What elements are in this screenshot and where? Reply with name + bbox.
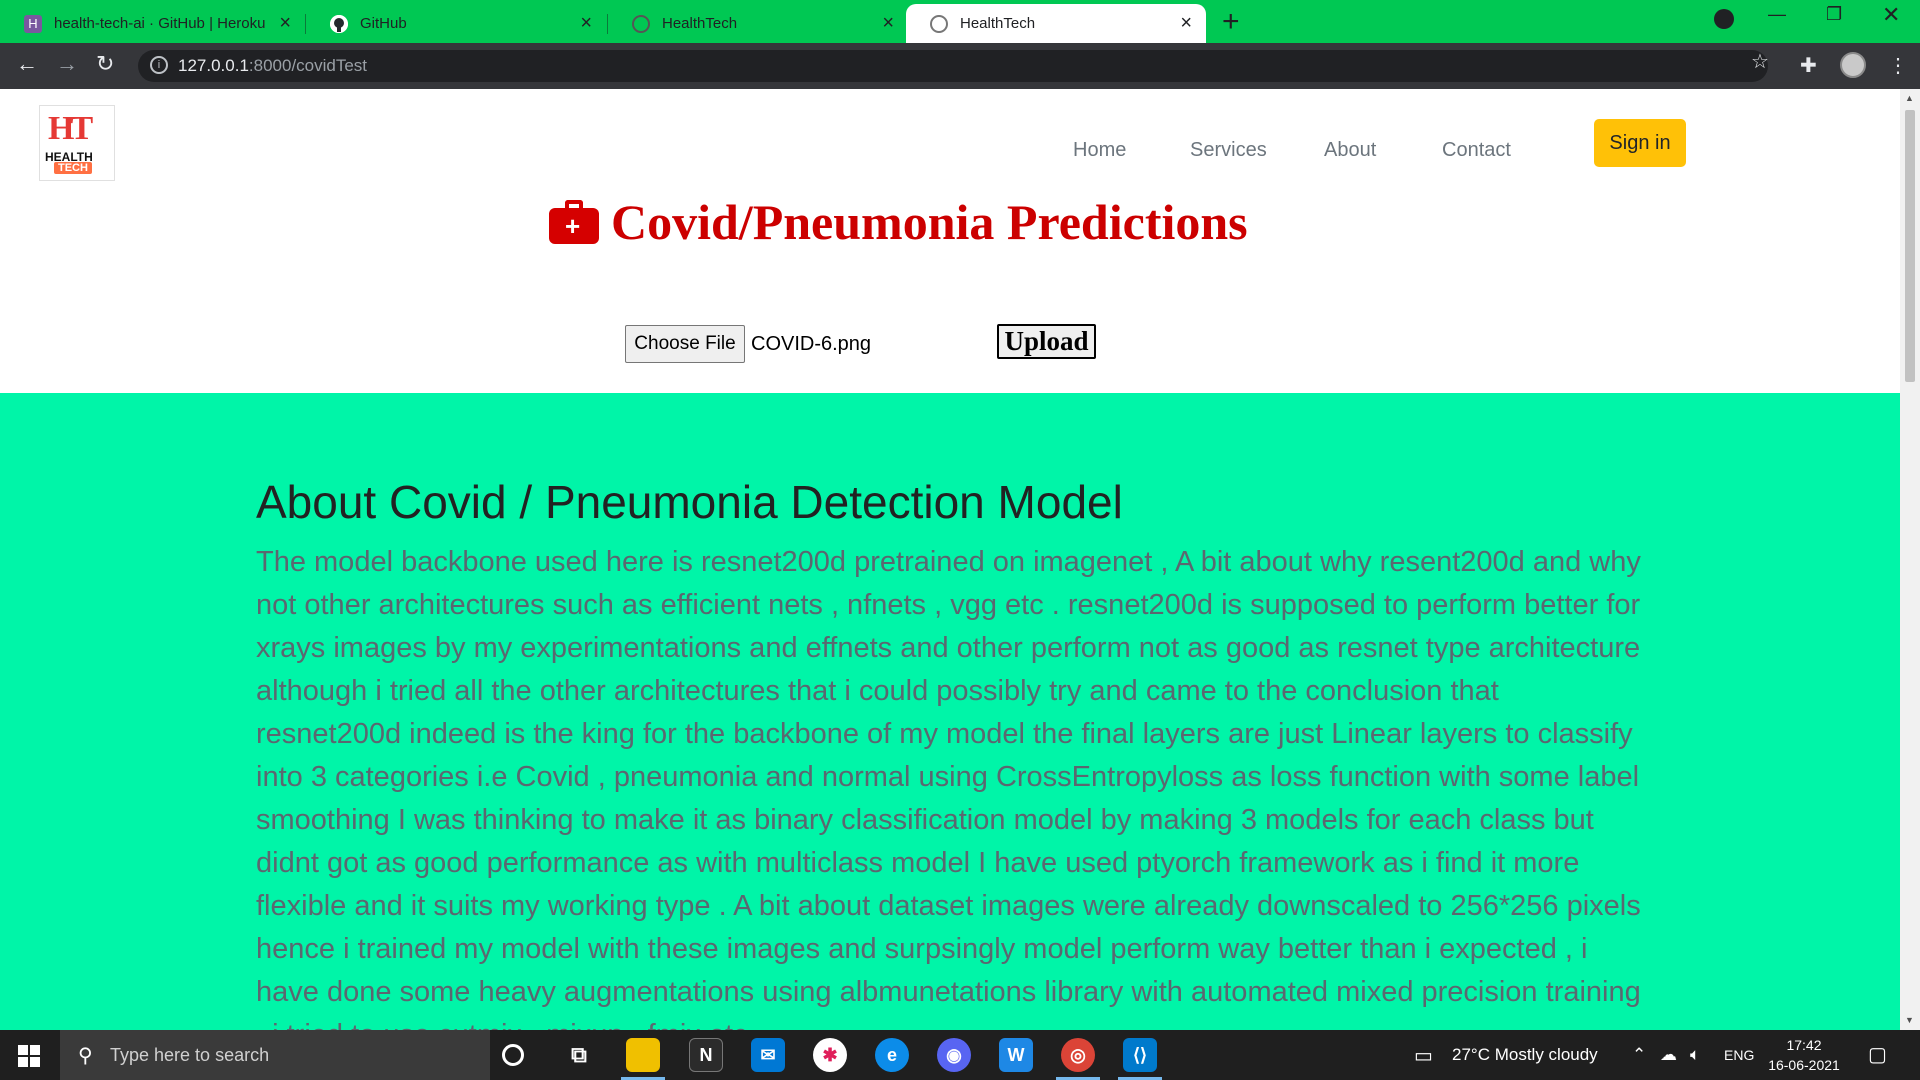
close-icon[interactable]: × (279, 12, 291, 35)
onedrive-icon[interactable]: ☁ (1660, 1045, 1677, 1065)
system-clock[interactable]: 17:42 16-06-2021 (1766, 1035, 1842, 1075)
about-section: About Covid / Pneumonia Detection Model … (0, 393, 1900, 1030)
choose-file-button[interactable]: Choose File (625, 325, 745, 363)
bookmark-star-icon[interactable]: ☆ (1751, 49, 1769, 74)
url-host: 127.0.0.1 (178, 56, 249, 75)
file-explorer-icon[interactable] (626, 1038, 660, 1072)
taskbar-search-box[interactable]: ⚲ Type here to search (60, 1030, 490, 1080)
writer-icon[interactable]: W (999, 1038, 1033, 1072)
forward-icon[interactable]: → (56, 51, 78, 77)
page-title: Covid/Pneumonia Predictions (611, 194, 1248, 250)
selected-file-name: COVID-6.png (751, 332, 872, 355)
nav-home[interactable]: Home (1073, 139, 1126, 162)
search-icon: ⚲ (78, 1045, 93, 1067)
tab-search-icon[interactable] (1714, 9, 1734, 29)
cortana-icon[interactable] (502, 1044, 524, 1066)
first-aid-kit-icon: + (549, 200, 599, 244)
notion-icon[interactable]: N (689, 1038, 723, 1072)
tab-title: HealthTech (662, 15, 738, 32)
tab-title: HealthTech (960, 15, 1036, 32)
sign-in-button[interactable]: Sign in (1594, 119, 1686, 167)
menu-icon[interactable]: ⋮ (1888, 53, 1908, 78)
vscode-icon[interactable]: ⟨⟩ (1123, 1038, 1157, 1072)
close-icon[interactable]: × (580, 12, 592, 35)
globe-icon (632, 14, 650, 33)
weather-icon[interactable]: ▭ (1414, 1043, 1433, 1068)
logo-mark: HT (48, 110, 93, 147)
scroll-thumb[interactable] (1905, 110, 1915, 382)
scroll-down-arrow[interactable]: ▼ (1905, 1015, 1914, 1025)
windows-start-icon[interactable] (18, 1045, 40, 1067)
upload-button[interactable]: Upload (997, 324, 1096, 359)
tray-chevron-icon[interactable]: ⌃ (1632, 1045, 1646, 1065)
about-body: The model backbone used here is resnet20… (256, 546, 1641, 1030)
windows-taskbar: ⚲ Type here to search ⧉ N ✉ ✱ e ◉ W ◎ ⟨⟩… (0, 1030, 1920, 1080)
mail-icon[interactable]: ✉ (751, 1038, 785, 1072)
tab-healthtech[interactable]: HealthTech × (608, 4, 908, 43)
clock-time: 17:42 (1786, 1037, 1822, 1053)
info-icon[interactable]: i (150, 56, 168, 74)
tab-healthtech-active[interactable]: HealthTech × (906, 4, 1206, 43)
file-input: Choose File COVID-6.png (625, 325, 871, 363)
address-bar[interactable]: i 127.0.0.1 :8000/covidTest (138, 50, 1768, 82)
minimize-button[interactable]: — (1768, 4, 1786, 25)
logo-text: TECH (54, 162, 92, 174)
page-scrollbar[interactable]: ▲ ▼ (1900, 89, 1920, 1030)
slack-icon[interactable]: ✱ (813, 1038, 847, 1072)
weather-text[interactable]: 27°C Mostly cloudy (1452, 1045, 1598, 1065)
search-placeholder: Type here to search (110, 1044, 270, 1065)
close-icon[interactable]: × (1180, 12, 1192, 35)
clock-date: 16-06-2021 (1768, 1057, 1840, 1073)
new-tab-button[interactable]: + (1222, 5, 1240, 39)
volume-icon[interactable]: 🔈︎ (1690, 1045, 1700, 1065)
nav-services[interactable]: Services (1190, 139, 1267, 162)
edge-icon[interactable]: e (875, 1038, 909, 1072)
tab-title: health-tech-ai · GitHub | Heroku (54, 15, 266, 32)
close-window-button[interactable]: ✕ (1882, 2, 1900, 28)
browser-toolbar: ← → ↻ i 127.0.0.1 :8000/covidTest ☆ ✚ ⋮ (0, 43, 1920, 89)
chrome-icon[interactable]: ◎ (1061, 1038, 1095, 1072)
tab-github[interactable]: GitHub × (306, 4, 606, 43)
nav-about[interactable]: About (1324, 139, 1376, 162)
nav-contact[interactable]: Contact (1442, 139, 1511, 162)
discord-icon[interactable]: ◉ (937, 1038, 971, 1072)
back-icon[interactable]: ← (16, 51, 38, 77)
browser-tab-bar: H health-tech-ai · GitHub | Heroku × Git… (0, 0, 1920, 43)
about-heading: About Covid / Pneumonia Detection Model (256, 476, 1123, 528)
tab-heroku[interactable]: H health-tech-ai · GitHub | Heroku × (0, 4, 305, 43)
task-view-icon[interactable]: ⧉ (562, 1038, 596, 1072)
reload-icon[interactable]: ↻ (96, 51, 114, 77)
extensions-icon[interactable]: ✚ (1800, 53, 1817, 78)
globe-icon (930, 14, 948, 33)
profile-avatar[interactable] (1840, 52, 1866, 78)
scroll-up-arrow[interactable]: ▲ (1905, 93, 1914, 103)
notifications-icon[interactable]: ▢ (1868, 1042, 1887, 1067)
github-icon (330, 14, 348, 33)
heroku-icon: H (24, 14, 42, 33)
tab-title: GitHub (360, 15, 407, 32)
page-title-row: + Covid/Pneumonia Predictions (549, 193, 1248, 251)
site-logo[interactable]: HT HEALTH TECH (39, 105, 115, 181)
web-page: HT HEALTH TECH Home Services About Conta… (0, 89, 1900, 1030)
restore-button[interactable]: ❐ (1826, 4, 1842, 25)
language-indicator[interactable]: ENG (1724, 1047, 1754, 1063)
url-path: :8000/covidTest (248, 56, 368, 75)
close-icon[interactable]: × (882, 12, 894, 35)
